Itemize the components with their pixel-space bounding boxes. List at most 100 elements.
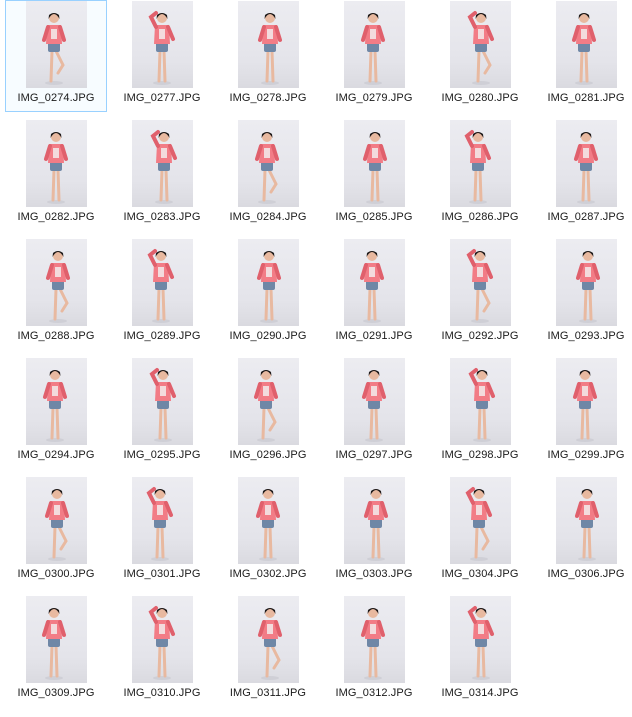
image-thumbnail[interactable] (556, 239, 617, 326)
file-name[interactable]: IMG_0295.JPG (112, 449, 212, 461)
file-name[interactable]: IMG_0302.JPG (218, 568, 318, 580)
file-item[interactable]: IMG_0309.JPG (5, 595, 107, 707)
file-item[interactable]: IMG_0312.JPG (323, 595, 425, 707)
image-thumbnail[interactable] (132, 239, 193, 326)
file-name[interactable]: IMG_0314.JPG (430, 687, 530, 699)
file-item[interactable]: IMG_0304.JPG (429, 476, 531, 588)
file-name[interactable]: IMG_0289.JPG (112, 330, 212, 342)
file-item[interactable]: IMG_0292.JPG (429, 238, 531, 350)
file-item[interactable]: IMG_0302.JPG (217, 476, 319, 588)
image-thumbnail[interactable] (132, 358, 193, 445)
image-thumbnail[interactable] (132, 1, 193, 88)
file-item[interactable]: IMG_0297.JPG (323, 357, 425, 469)
image-thumbnail[interactable] (26, 120, 87, 207)
image-thumbnail[interactable] (344, 239, 405, 326)
file-item[interactable]: IMG_0286.JPG (429, 119, 531, 231)
file-item[interactable]: IMG_0289.JPG (111, 238, 213, 350)
file-name[interactable]: IMG_0312.JPG (324, 687, 424, 699)
file-name[interactable]: IMG_0297.JPG (324, 449, 424, 461)
file-item[interactable]: IMG_0279.JPG (323, 0, 425, 112)
file-name[interactable]: IMG_0281.JPG (536, 92, 632, 104)
file-name[interactable]: IMG_0284.JPG (218, 211, 318, 223)
image-thumbnail[interactable] (238, 358, 299, 445)
image-thumbnail[interactable] (450, 358, 511, 445)
file-name[interactable]: IMG_0294.JPG (6, 449, 106, 461)
file-name[interactable]: IMG_0280.JPG (430, 92, 530, 104)
file-name[interactable]: IMG_0293.JPG (536, 330, 632, 342)
file-item[interactable]: IMG_0284.JPG (217, 119, 319, 231)
file-name[interactable]: IMG_0299.JPG (536, 449, 632, 461)
image-thumbnail[interactable] (26, 239, 87, 326)
file-item[interactable]: IMG_0301.JPG (111, 476, 213, 588)
file-name[interactable]: IMG_0296.JPG (218, 449, 318, 461)
file-name[interactable]: IMG_0292.JPG (430, 330, 530, 342)
file-item[interactable]: IMG_0287.JPG (535, 119, 632, 231)
file-item[interactable]: IMG_0306.JPG (535, 476, 632, 588)
image-thumbnail[interactable] (344, 1, 405, 88)
image-thumbnail[interactable] (26, 596, 87, 683)
file-item[interactable]: IMG_0303.JPG (323, 476, 425, 588)
file-item[interactable]: IMG_0294.JPG (5, 357, 107, 469)
image-thumbnail[interactable] (450, 596, 511, 683)
file-item[interactable]: IMG_0296.JPG (217, 357, 319, 469)
file-name[interactable]: IMG_0283.JPG (112, 211, 212, 223)
image-thumbnail[interactable] (238, 596, 299, 683)
image-thumbnail[interactable] (450, 239, 511, 326)
image-thumbnail[interactable] (344, 477, 405, 564)
image-thumbnail[interactable] (238, 120, 299, 207)
file-name[interactable]: IMG_0311.JPG (218, 687, 318, 699)
file-item[interactable]: IMG_0288.JPG (5, 238, 107, 350)
file-name[interactable]: IMG_0298.JPG (430, 449, 530, 461)
image-thumbnail[interactable] (238, 477, 299, 564)
file-item[interactable]: IMG_0311.JPG (217, 595, 319, 707)
file-name[interactable]: IMG_0300.JPG (6, 568, 106, 580)
image-thumbnail[interactable] (26, 1, 87, 88)
file-name[interactable]: IMG_0290.JPG (218, 330, 318, 342)
file-name[interactable]: IMG_0279.JPG (324, 92, 424, 104)
file-item[interactable]: IMG_0291.JPG (323, 238, 425, 350)
image-thumbnail[interactable] (556, 477, 617, 564)
file-item[interactable]: IMG_0310.JPG (111, 595, 213, 707)
file-item[interactable]: IMG_0299.JPG (535, 357, 632, 469)
file-name[interactable]: IMG_0282.JPG (6, 211, 106, 223)
file-item[interactable]: IMG_0314.JPG (429, 595, 531, 707)
image-thumbnail[interactable] (344, 120, 405, 207)
image-thumbnail[interactable] (238, 1, 299, 88)
file-item[interactable]: IMG_0280.JPG (429, 0, 531, 112)
file-name[interactable]: IMG_0285.JPG (324, 211, 424, 223)
image-thumbnail[interactable] (132, 596, 193, 683)
image-thumbnail[interactable] (344, 596, 405, 683)
file-name[interactable]: IMG_0288.JPG (6, 330, 106, 342)
image-thumbnail[interactable] (450, 1, 511, 88)
image-thumbnail[interactable] (556, 1, 617, 88)
file-name[interactable]: IMG_0310.JPG (112, 687, 212, 699)
image-thumbnail[interactable] (450, 477, 511, 564)
image-thumbnail[interactable] (450, 120, 511, 207)
file-name[interactable]: IMG_0287.JPG (536, 211, 632, 223)
file-item[interactable]: IMG_0277.JPG (111, 0, 213, 112)
file-item[interactable]: IMG_0293.JPG (535, 238, 632, 350)
file-name[interactable]: IMG_0304.JPG (430, 568, 530, 580)
file-item[interactable]: IMG_0295.JPG (111, 357, 213, 469)
image-thumbnail[interactable] (344, 358, 405, 445)
file-item[interactable]: IMG_0274.JPG (5, 0, 107, 112)
image-thumbnail[interactable] (132, 120, 193, 207)
file-name[interactable]: IMG_0277.JPG (112, 92, 212, 104)
file-item[interactable]: IMG_0281.JPG (535, 0, 632, 112)
file-name[interactable]: IMG_0291.JPG (324, 330, 424, 342)
file-name[interactable]: IMG_0309.JPG (6, 687, 106, 699)
file-item[interactable]: IMG_0285.JPG (323, 119, 425, 231)
file-item[interactable]: IMG_0283.JPG (111, 119, 213, 231)
file-name[interactable]: IMG_0274.JPG (6, 92, 106, 104)
image-thumbnail[interactable] (26, 358, 87, 445)
file-item[interactable]: IMG_0300.JPG (5, 476, 107, 588)
file-item[interactable]: IMG_0278.JPG (217, 0, 319, 112)
file-name[interactable]: IMG_0286.JPG (430, 211, 530, 223)
image-thumbnail[interactable] (26, 477, 87, 564)
file-item[interactable]: IMG_0290.JPG (217, 238, 319, 350)
image-thumbnail[interactable] (556, 358, 617, 445)
image-thumbnail[interactable] (556, 120, 617, 207)
file-item[interactable]: IMG_0282.JPG (5, 119, 107, 231)
file-name[interactable]: IMG_0303.JPG (324, 568, 424, 580)
file-name[interactable]: IMG_0278.JPG (218, 92, 318, 104)
